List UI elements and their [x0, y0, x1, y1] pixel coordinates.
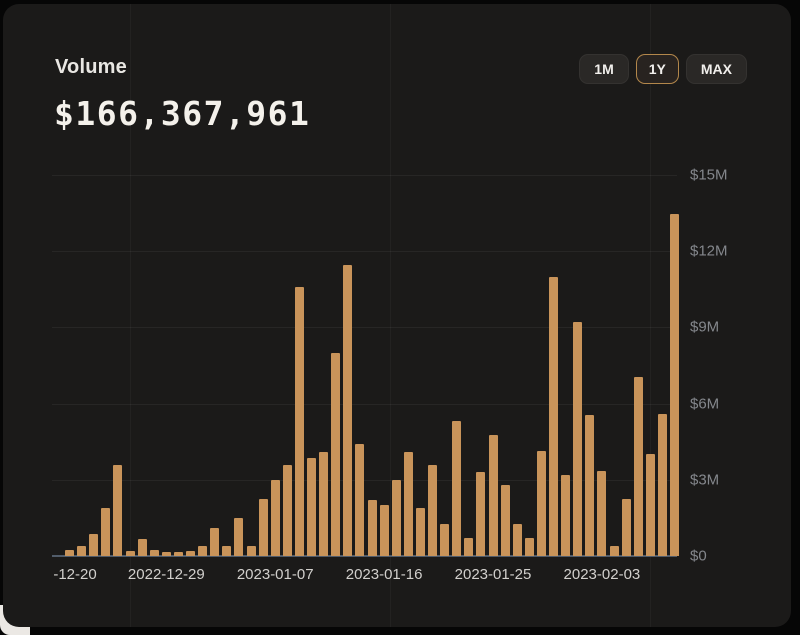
- y-gridline: [52, 480, 677, 481]
- volume-bar[interactable]: [259, 499, 268, 556]
- volume-bar[interactable]: [513, 524, 522, 556]
- volume-bar[interactable]: [331, 353, 340, 556]
- volume-bar[interactable]: [222, 546, 231, 556]
- y-gridline: [52, 175, 677, 176]
- volume-bar[interactable]: [271, 480, 280, 556]
- volume-bar[interactable]: [247, 546, 256, 556]
- background-grid-line: [390, 4, 391, 627]
- volume-bar[interactable]: [186, 551, 195, 556]
- volume-bar[interactable]: [210, 528, 219, 556]
- volume-bar[interactable]: [295, 287, 304, 556]
- volume-bar[interactable]: [622, 499, 631, 556]
- volume-bar[interactable]: [561, 475, 570, 556]
- x-axis-tick-label: 2023-01-07: [237, 566, 314, 583]
- volume-bar[interactable]: [319, 452, 328, 556]
- y-axis-tick-label: $0: [690, 548, 760, 565]
- range-button-1y[interactable]: 1Y: [636, 54, 679, 84]
- x-axis-tick-label: -12-20: [53, 566, 96, 583]
- volume-bar[interactable]: [343, 265, 352, 556]
- y-axis-tick-label: $12M: [690, 243, 760, 260]
- chart-title: Volume: [55, 56, 127, 79]
- y-gridline: [52, 327, 677, 328]
- range-button-1m[interactable]: 1M: [579, 54, 628, 84]
- time-range-group: 1M 1Y MAX: [579, 54, 747, 84]
- y-axis-tick-label: $6M: [690, 395, 760, 412]
- volume-bar[interactable]: [307, 458, 316, 556]
- y-axis-tick-label: $3M: [690, 471, 760, 488]
- volume-bar[interactable]: [537, 451, 546, 556]
- y-gridline: [52, 251, 677, 252]
- volume-bar[interactable]: [234, 518, 243, 556]
- volume-bar[interactable]: [525, 538, 534, 556]
- volume-bar[interactable]: [126, 551, 135, 556]
- volume-bar[interactable]: [476, 472, 485, 556]
- volume-bar[interactable]: [670, 214, 679, 556]
- volume-bar[interactable]: [368, 500, 377, 556]
- x-axis-tick-label: 2023-01-25: [455, 566, 532, 583]
- y-gridline: [52, 404, 677, 405]
- volume-bar[interactable]: [174, 552, 183, 556]
- volume-bar[interactable]: [658, 414, 667, 556]
- volume-bar[interactable]: [89, 534, 98, 556]
- volume-bar[interactable]: [404, 452, 413, 556]
- volume-bar[interactable]: [416, 508, 425, 556]
- range-button-max[interactable]: MAX: [686, 54, 747, 84]
- volume-bar[interactable]: [489, 435, 498, 556]
- volume-bar[interactable]: [597, 471, 606, 556]
- volume-bar[interactable]: [355, 444, 364, 556]
- volume-bar[interactable]: [464, 538, 473, 556]
- x-axis-tick-label: 2023-02-03: [564, 566, 641, 583]
- y-axis-tick-label: $9M: [690, 319, 760, 336]
- volume-bar[interactable]: [283, 465, 292, 556]
- volume-chart-card: Volume $166,367,961 1M 1Y MAX $0 $3M $6M $9…: [3, 4, 791, 627]
- volume-bar[interactable]: [549, 277, 558, 556]
- volume-bar[interactable]: [610, 546, 619, 556]
- volume-bar[interactable]: [162, 552, 171, 556]
- volume-bar[interactable]: [646, 454, 655, 556]
- y-axis-tick-label: $15M: [690, 167, 760, 184]
- volume-bar[interactable]: [392, 480, 401, 556]
- volume-bar[interactable]: [428, 465, 437, 556]
- volume-bar[interactable]: [634, 377, 643, 556]
- volume-bar[interactable]: [113, 465, 122, 556]
- volume-bar[interactable]: [150, 550, 159, 556]
- volume-bar[interactable]: [65, 550, 74, 556]
- x-axis-tick-label: 2022-12-29: [128, 566, 205, 583]
- volume-bar[interactable]: [573, 322, 582, 556]
- volume-bar[interactable]: [198, 546, 207, 556]
- volume-bar[interactable]: [380, 505, 389, 556]
- x-axis-tick-label: 2023-01-16: [346, 566, 423, 583]
- volume-bar[interactable]: [138, 539, 147, 556]
- volume-bar[interactable]: [501, 485, 510, 556]
- volume-bar[interactable]: [440, 524, 449, 556]
- volume-bar[interactable]: [452, 421, 461, 556]
- volume-bar[interactable]: [585, 415, 594, 556]
- total-volume-value: $166,367,961: [54, 94, 310, 133]
- volume-bar[interactable]: [77, 546, 86, 556]
- volume-bar[interactable]: [101, 508, 110, 556]
